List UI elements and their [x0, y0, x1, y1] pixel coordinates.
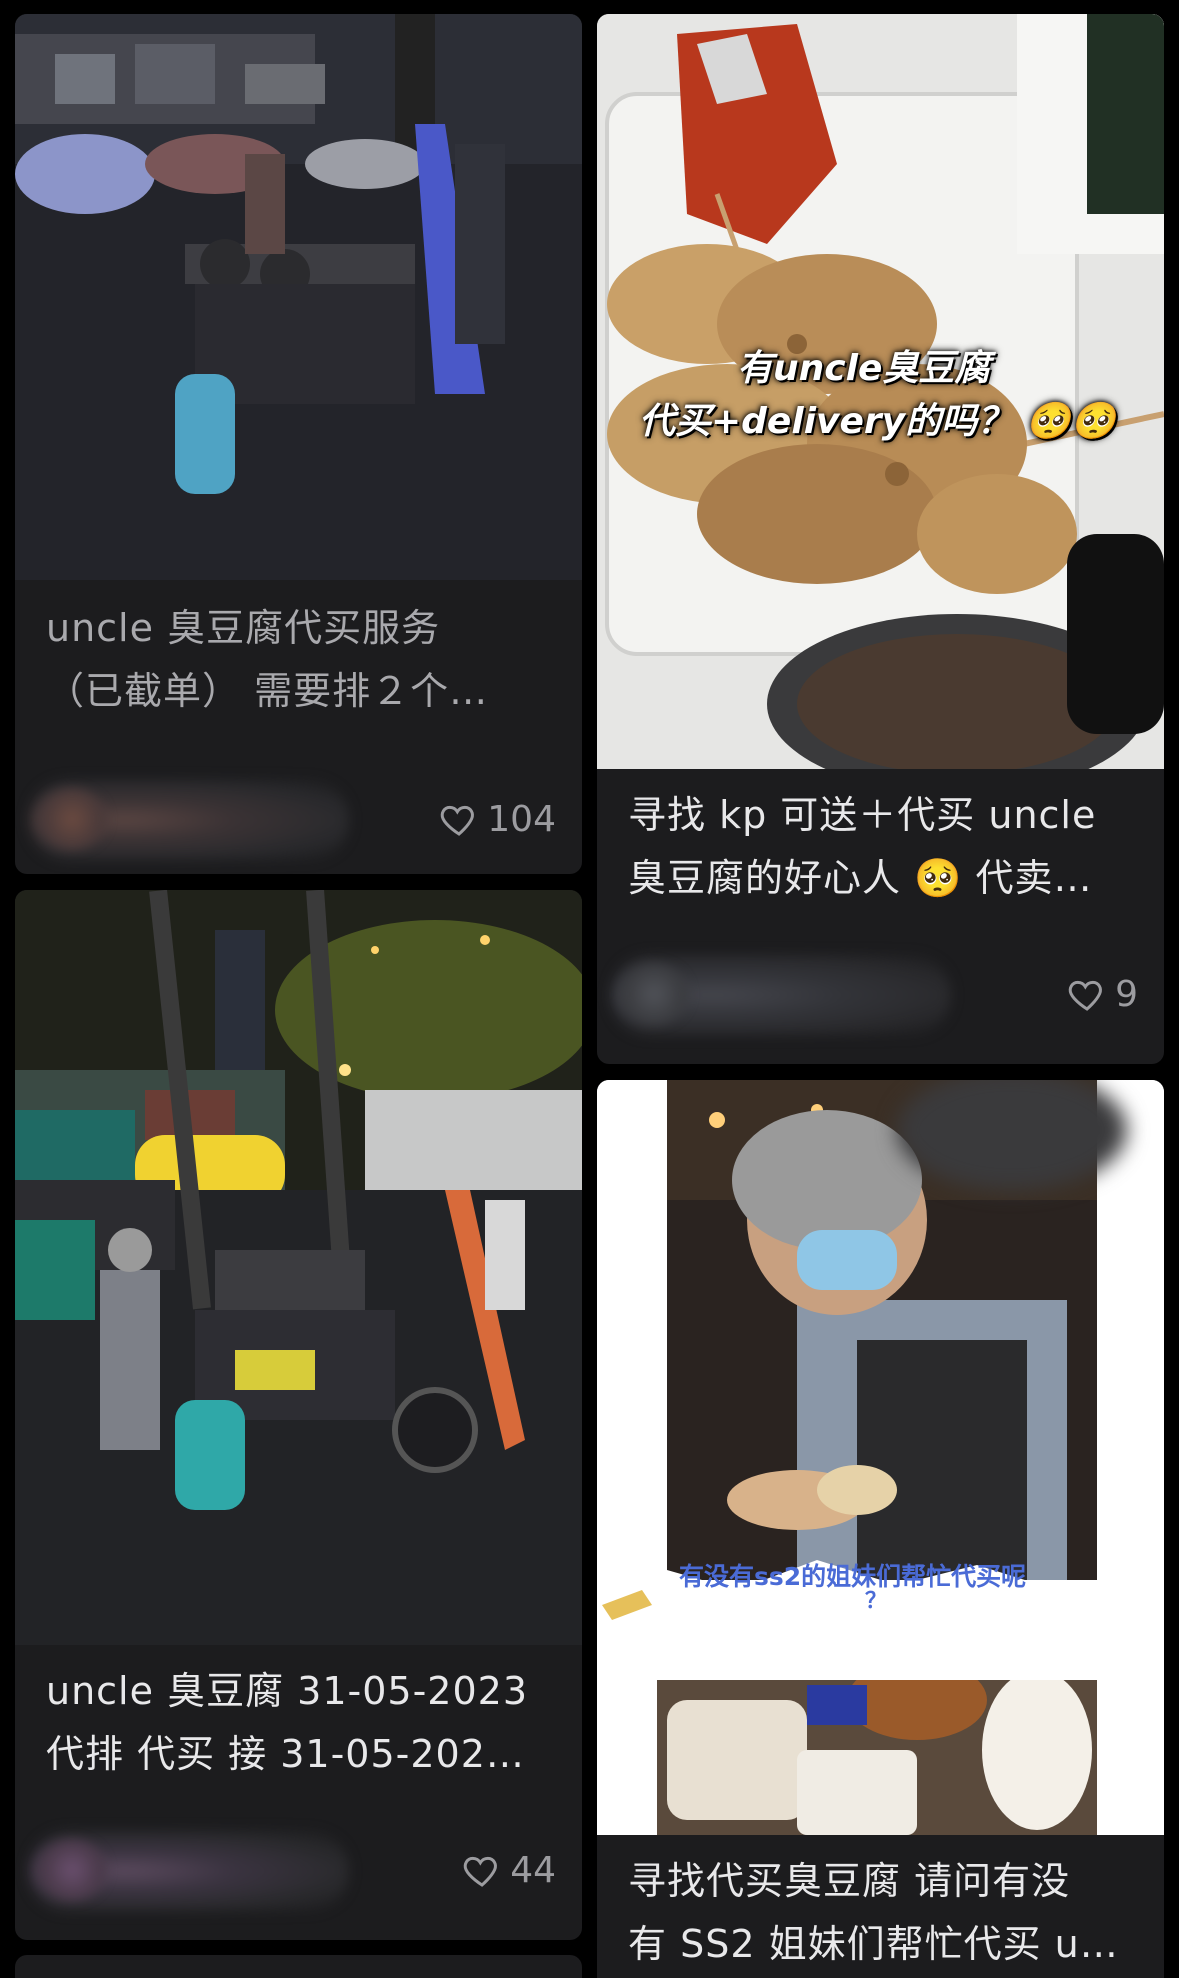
cover-overlay-caption: ？: [865, 1589, 888, 1614]
heart-icon: [1068, 980, 1102, 1011]
note-card[interactable]: uncle 臭豆腐代买服务 （已截单） 需要排２个… 104: [15, 14, 582, 874]
note-title[interactable]: 寻找代买臭豆腐 请问有没 有 SS2 姐妹们帮忙代买 u…: [628, 1850, 1142, 1976]
masked-vendor-photo: [597, 1080, 1164, 1835]
note-title[interactable]: 寻找 kp 可送＋代买 uncle 臭豆腐的好心人 🥺 代卖…: [628, 784, 1142, 910]
note-footer: 104: [15, 774, 582, 864]
heart-icon: [441, 805, 475, 836]
cover-overlay-caption: 有没有ss2的姐妹们帮忙代买呢: [679, 1562, 1027, 1591]
note-card[interactable]: 有没有ss2的姐妹们帮忙代买呢 ？ 寻找代买臭豆腐 请问有没 有 SS2 姐妹们…: [597, 1080, 1164, 1978]
note-card[interactable]: [15, 1955, 582, 1978]
note-footer: 9: [597, 949, 1164, 1039]
note-footer: 44: [15, 1825, 582, 1915]
note-cover-image[interactable]: [15, 890, 582, 1645]
heart-icon: [463, 1856, 498, 1887]
note-title[interactable]: uncle 臭豆腐 31-05-2023 代排 代买 接 31-05-202…: [46, 1660, 560, 1786]
avatar[interactable]: [37, 1839, 107, 1901]
like-count: 44: [510, 1849, 556, 1891]
like-button[interactable]: 44: [462, 1845, 556, 1895]
note-cover-image[interactable]: 有没有ss2的姐妹们帮忙代买呢 ？: [597, 1080, 1164, 1835]
cover-overlay-caption: 代买+delivery的吗？ 🥺🥺: [639, 401, 1116, 442]
avatar[interactable]: [37, 788, 107, 850]
note-card[interactable]: 有uncle臭豆腐 代买+delivery的吗？ 🥺🥺 寻找 kp 可送＋代买 …: [597, 14, 1164, 1064]
note-cover-image[interactable]: 有uncle臭豆腐 代买+delivery的吗？ 🥺🥺: [597, 14, 1164, 769]
night-street-stall-photo: [15, 14, 582, 580]
like-count: 104: [487, 798, 556, 840]
note-title[interactable]: uncle 臭豆腐代买服务 （已截单） 需要排２个…: [46, 597, 560, 723]
cover-overlay-caption: 有uncle臭豆腐: [737, 348, 991, 389]
night-stall-vendor-photo: [15, 890, 582, 1645]
like-button[interactable]: 104: [439, 794, 556, 844]
like-count: 9: [1115, 973, 1138, 1015]
like-button[interactable]: 9: [1067, 969, 1138, 1019]
note-card[interactable]: uncle 臭豆腐 31-05-2023 代排 代买 接 31-05-202… …: [15, 890, 582, 1940]
avatar[interactable]: [619, 963, 689, 1025]
note-cover-image[interactable]: [15, 14, 582, 580]
notes-feed: uncle 臭豆腐代买服务 （已截单） 需要排２个… 104 uncle 臭豆腐…: [0, 0, 1179, 1978]
